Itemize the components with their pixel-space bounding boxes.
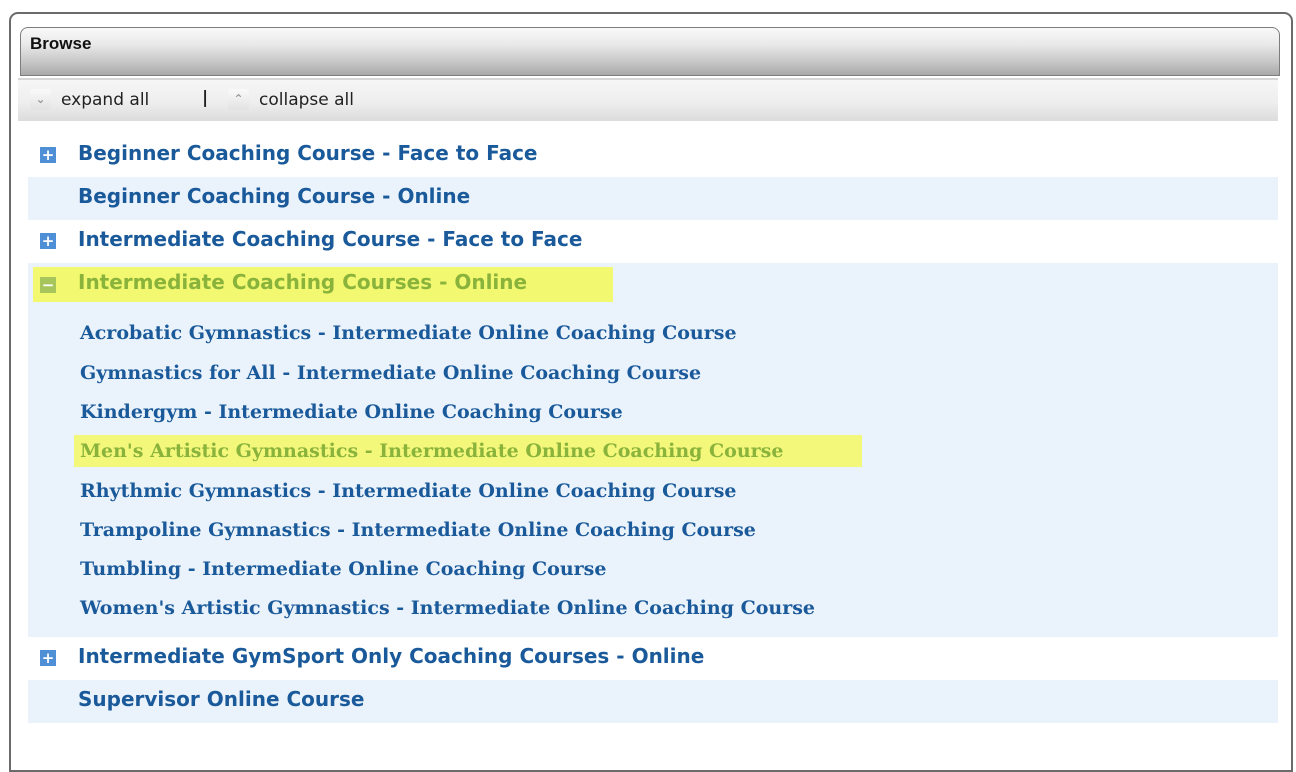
category-link[interactable]: Beginner Coaching Course - Online [78, 184, 470, 208]
subcourse-link[interactable]: Rhythmic Gymnastics - Intermediate Onlin… [80, 480, 737, 502]
subcourse-link[interactable]: Men's Artistic Gymnastics - Intermediate… [80, 440, 783, 462]
category-row: + Beginner Coaching Course - Face to Fac… [28, 134, 1278, 177]
subcourse-link[interactable]: Acrobatic Gymnastics - Intermediate Onli… [80, 322, 737, 344]
subcourse-link[interactable]: Tumbling - Intermediate Online Coaching … [80, 558, 606, 580]
category-row: Supervisor Online Course [28, 680, 1278, 723]
subcourse-link[interactable]: Women's Artistic Gymnastics - Intermedia… [80, 597, 815, 619]
category-row: + Intermediate GymSport Only Coaching Co… [28, 637, 1278, 680]
category-link[interactable]: Intermediate Coaching Course - Face to F… [78, 227, 582, 251]
plus-box-icon[interactable]: + [40, 147, 56, 163]
panel-title: Browse [30, 34, 92, 53]
chevron-down-icon: ⌄ [30, 89, 51, 110]
chevron-up-icon: ⌃ [228, 89, 249, 110]
expand-all-label: expand all [61, 89, 150, 110]
panel-header: Browse [20, 27, 1280, 76]
subcourse-link[interactable]: Kindergym - Intermediate Online Coaching… [80, 401, 623, 423]
category-row: + Intermediate Coaching Course - Face to… [28, 220, 1278, 263]
subcourse-link[interactable]: Gymnastics for All - Intermediate Online… [80, 362, 701, 384]
tree-toolbar: ⌄ expand all | ⌃ collapse all [18, 78, 1278, 121]
category-link[interactable]: Intermediate Coaching Courses - Online [78, 270, 527, 294]
toolbar-separator: | [202, 88, 209, 108]
category-row: Beginner Coaching Course - Online [28, 177, 1278, 220]
expand-all-button[interactable]: ⌄ expand all [30, 89, 149, 110]
subcourse-link[interactable]: Trampoline Gymnastics - Intermediate Onl… [80, 519, 756, 541]
category-link[interactable]: Beginner Coaching Course - Face to Face [78, 141, 537, 165]
collapse-all-button[interactable]: ⌃ collapse all [228, 89, 354, 110]
collapse-all-label: collapse all [259, 89, 354, 110]
plus-box-icon[interactable]: + [40, 650, 56, 666]
category-link[interactable]: Supervisor Online Course [78, 687, 364, 711]
plus-box-icon[interactable]: + [40, 233, 56, 249]
minus-box-icon[interactable]: − [40, 277, 56, 293]
category-link[interactable]: Intermediate GymSport Only Coaching Cour… [78, 644, 704, 668]
category-highlight: − Intermediate Coaching Courses - Online [33, 267, 613, 302]
